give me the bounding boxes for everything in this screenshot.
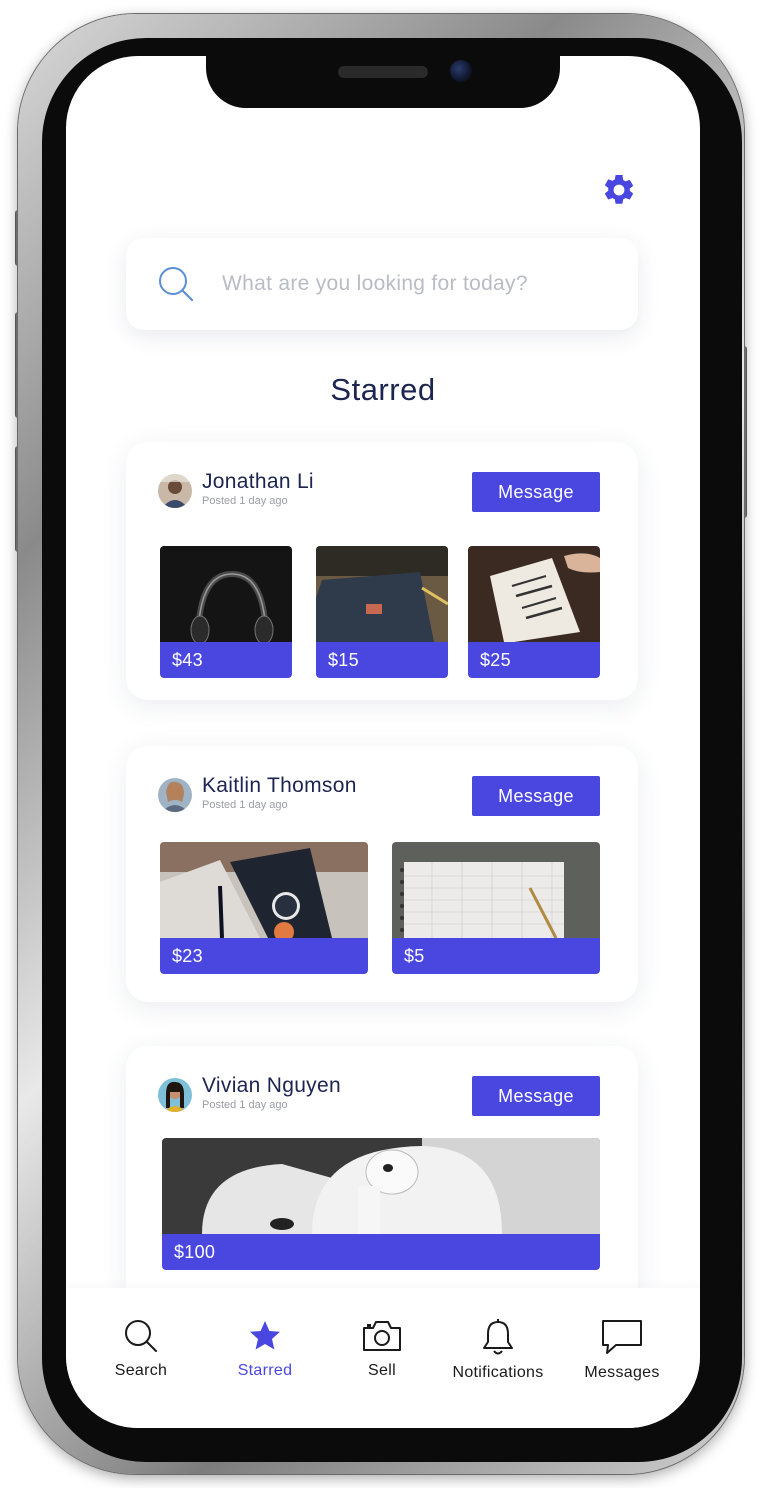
listing-item-grid-notebook[interactable]: $5 [392,842,600,974]
seller-name: Vivian Nguyen [202,1074,341,1097]
tab-label: Notifications [452,1364,544,1381]
item-photo [160,546,292,642]
message-button[interactable]: Message [472,1076,600,1116]
listing-card: Vivian Nguyen Posted 1 day ago Message $… [126,1046,638,1306]
front-camera [450,60,472,82]
seller-name: Jonathan Li [202,470,314,493]
tab-label: Messages [584,1364,660,1381]
tab-messages[interactable]: Messages [562,1318,682,1382]
item-price: $15 [316,642,448,678]
listing-card: Jonathan Li Posted 1 day ago Message $43… [126,442,638,700]
search-input[interactable] [222,266,612,302]
item-price: $43 [160,642,292,678]
posted-time: Posted 1 day ago [202,1099,288,1111]
tab-label: Search [114,1362,168,1379]
tab-label: Starred [237,1362,293,1379]
item-photo [392,842,600,938]
avatar [158,778,192,812]
item-photo [316,546,448,642]
camera-icon [363,1321,401,1351]
item-price: $25 [468,642,600,678]
bell-icon [483,1319,513,1355]
gear-icon[interactable] [601,172,637,208]
posted-time: Posted 1 day ago [202,799,288,811]
item-photo [468,546,600,642]
speaker-grille [338,66,428,78]
listing-item-airpods[interactable]: $100 [162,1138,600,1270]
avatar [158,474,192,508]
app-screen: Starred Jonathan Li Posted 1 day ago Mes… [66,56,700,1428]
item-price: $100 [162,1234,600,1270]
tab-sell[interactable]: Sell [322,1318,442,1380]
item-photo [162,1138,600,1234]
message-button[interactable]: Message [472,776,600,816]
bottom-tab-bar: Search Starred Sell Notifications Messag… [66,1288,700,1428]
chat-icon [602,1320,642,1354]
tab-starred[interactable]: Starred [205,1318,325,1380]
notch [206,40,560,108]
star-icon [250,1321,280,1350]
item-photo [160,842,368,938]
tab-notifications[interactable]: Notifications [438,1318,558,1382]
page-title: Starred [330,372,436,407]
search-icon [125,1320,157,1352]
listing-item-headphones[interactable]: $43 [160,546,292,678]
posted-time: Posted 1 day ago [202,495,288,507]
message-button[interactable]: Message [472,472,600,512]
listing-item-journal[interactable]: $23 [160,842,368,974]
item-price: $5 [392,938,600,974]
listing-item-book[interactable]: $25 [468,546,600,678]
listing-item-notebook[interactable]: $15 [316,546,448,678]
tab-label: Sell [368,1362,396,1379]
search-icon [159,267,194,302]
tab-search[interactable]: Search [81,1318,201,1380]
listing-card: Kaitlin Thomson Posted 1 day ago Message… [126,746,638,1002]
avatar [158,1078,192,1112]
search-bar[interactable] [126,238,638,330]
item-price: $23 [160,938,368,974]
seller-name: Kaitlin Thomson [202,774,357,797]
